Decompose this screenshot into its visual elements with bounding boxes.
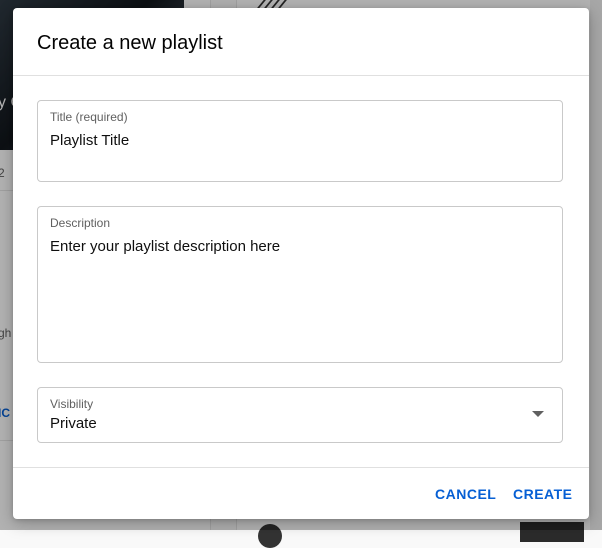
dropdown-arrow-icon[interactable] (532, 411, 544, 417)
title-field[interactable]: Title (required) Playlist Title (37, 100, 563, 182)
visibility-selected-value: Private (50, 415, 97, 432)
create-button[interactable]: CREATE (513, 485, 573, 503)
visibility-dropdown[interactable]: Visibility Private (37, 387, 563, 443)
dialog-header: Create a new playlist (13, 8, 589, 76)
description-textarea[interactable]: Enter your playlist description here (50, 238, 280, 256)
visibility-field-label: Visibility (50, 397, 94, 411)
title-input[interactable]: Playlist Title (50, 132, 129, 150)
dialog-footer: CANCEL CREATE (13, 467, 589, 519)
create-playlist-dialog: Create a new playlist Title (required) P… (13, 8, 589, 519)
description-field-label: Description (50, 216, 111, 230)
dialog-title: Create a new playlist (37, 32, 223, 54)
description-field[interactable]: Description Enter your playlist descript… (37, 206, 563, 363)
cancel-button[interactable]: CANCEL (435, 485, 496, 503)
title-field-label: Title (required) (50, 110, 128, 124)
